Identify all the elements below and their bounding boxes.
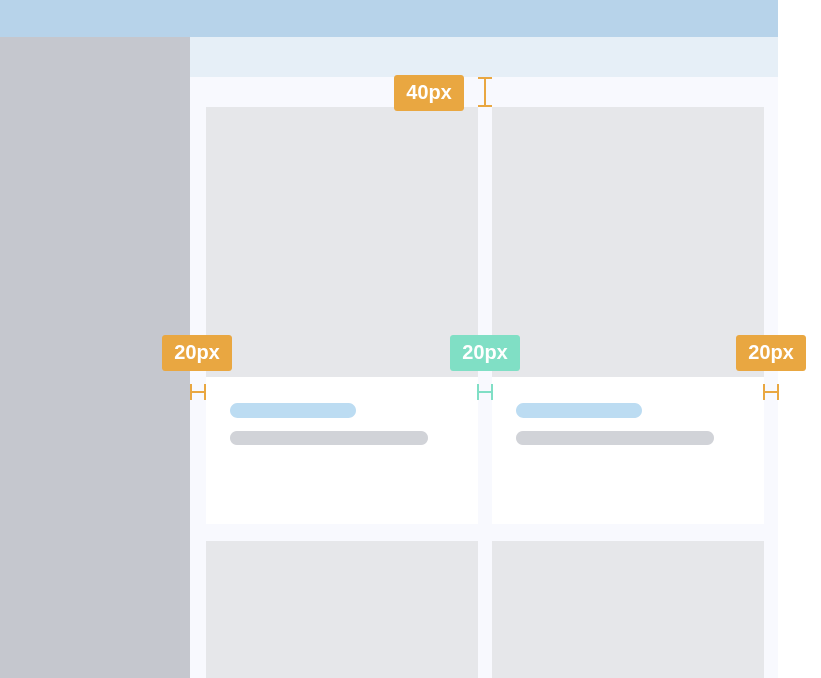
vertical-spacing-marker-icon [477,77,493,107]
top-navigation-bar [0,0,778,37]
card-1-title-placeholder [230,403,356,418]
content-header [190,37,778,77]
card-1-body [206,377,478,524]
right-margin-badge: 20px [736,335,806,371]
card-2-image-placeholder [492,107,764,377]
left-margin-badge: 20px [162,335,232,371]
right-margin-marker-icon [763,383,779,401]
content-area [190,77,778,678]
card-2-body [492,377,764,524]
card-3-image-placeholder [206,541,478,678]
gutter-badge: 20px [450,335,520,371]
card-4-image-placeholder [492,541,764,678]
card-1-text-placeholder [230,431,428,445]
card-1-image-placeholder [206,107,478,377]
top-spacing-badge: 40px [394,75,464,111]
gutter-marker-icon [477,383,493,401]
card-2-title-placeholder [516,403,642,418]
card-2-text-placeholder [516,431,714,445]
left-margin-marker-icon [190,383,206,401]
